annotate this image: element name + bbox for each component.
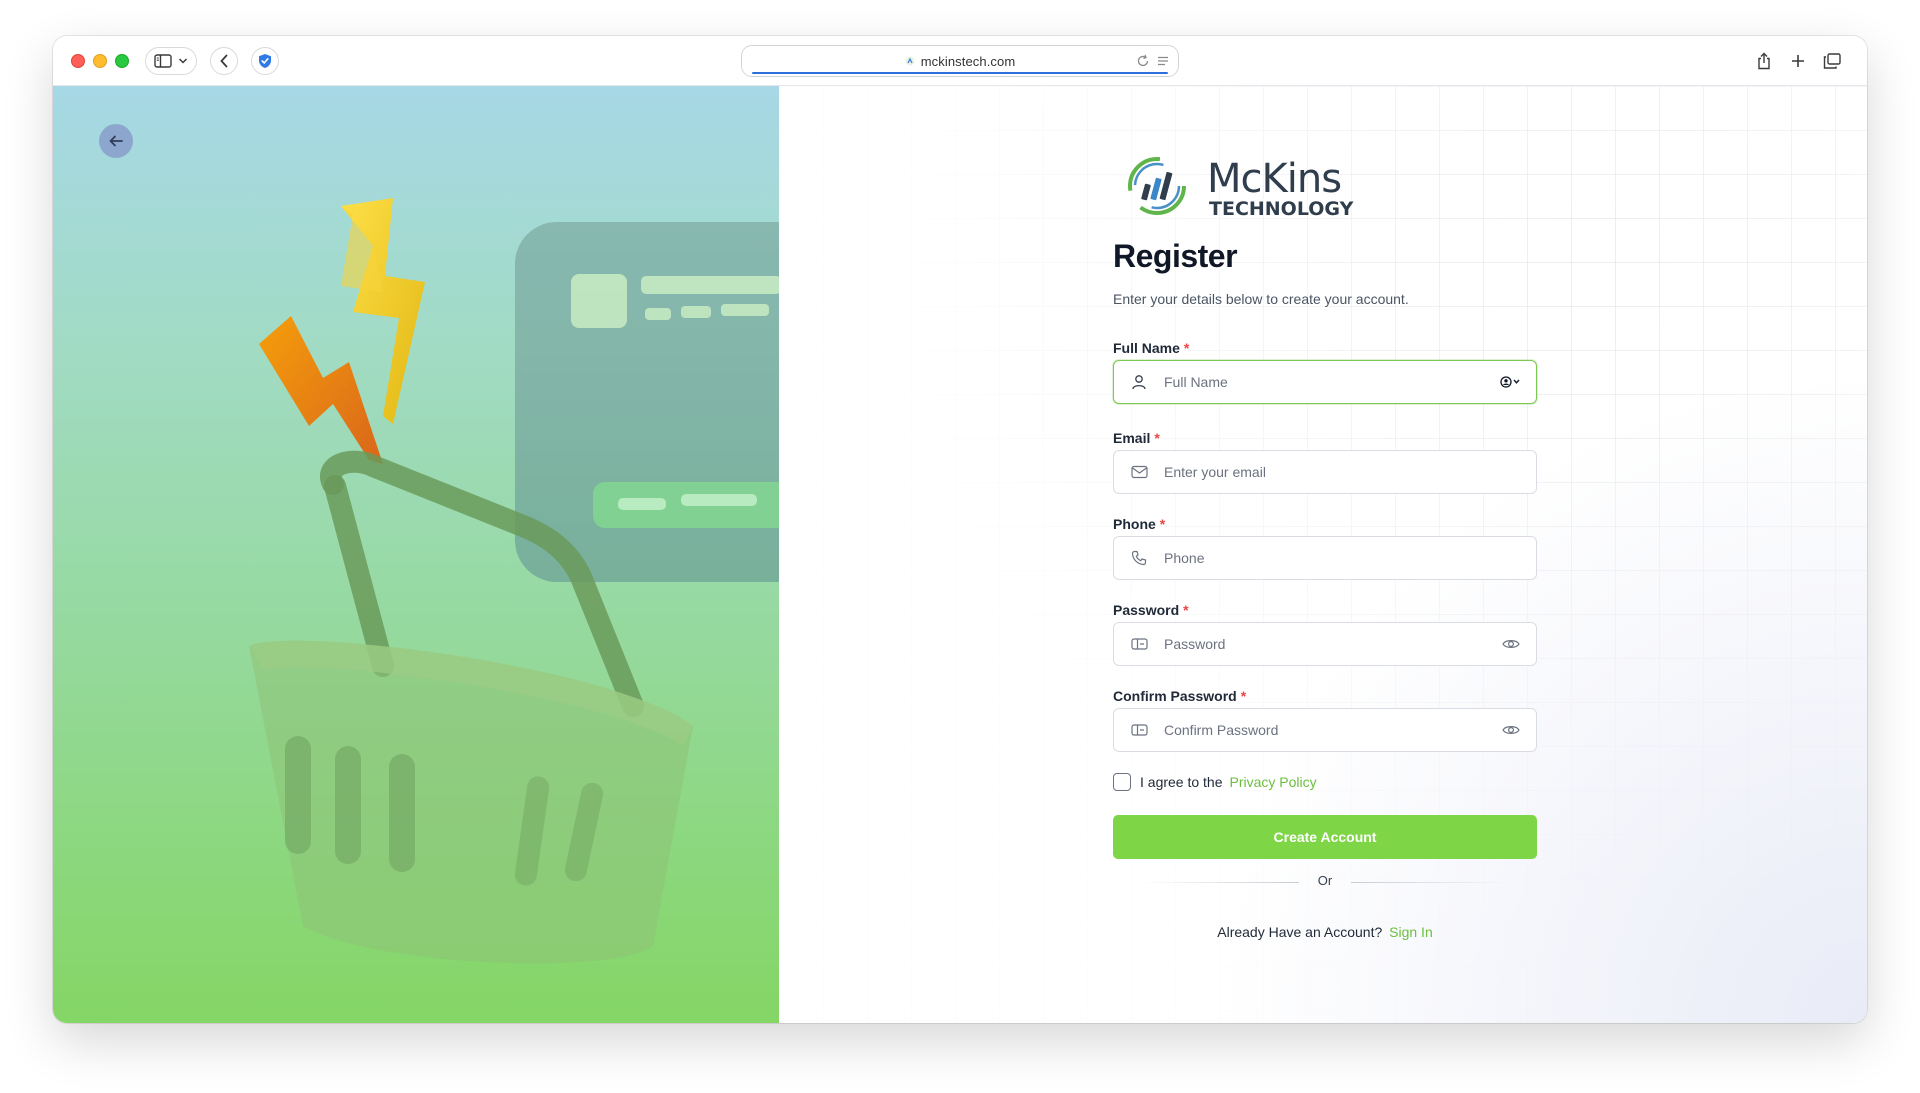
- password-input[interactable]: [1164, 623, 1486, 665]
- brand-tagline: TECHNOLOGY: [1209, 198, 1354, 220]
- site-favicon-icon: [905, 56, 915, 66]
- confirm-password-label-text: Confirm Password: [1113, 688, 1237, 704]
- back-button[interactable]: [99, 124, 133, 158]
- or-divider: Or: [1113, 872, 1537, 892]
- email-label: Email *: [1113, 430, 1160, 446]
- browser-window: mckinstech.com McKins TECHNOLOGY Registe…: [53, 36, 1867, 1023]
- minimize-window-button[interactable]: [93, 54, 107, 68]
- user-icon: [1114, 374, 1164, 390]
- phone-icon: [1114, 550, 1164, 566]
- register-panel: McKins TECHNOLOGY Register Enter your de…: [779, 86, 1867, 1023]
- password-icon: [1114, 637, 1164, 651]
- new-tab-button[interactable]: [1787, 47, 1809, 75]
- required-marker: *: [1240, 688, 1247, 704]
- signin-prompt-row: Already Have an Account? Sign In: [1113, 924, 1537, 940]
- address-bar[interactable]: mckinstech.com: [741, 45, 1179, 77]
- arrow-left-icon: [109, 135, 123, 147]
- url-text: mckinstech.com: [920, 53, 1016, 69]
- email-field[interactable]: [1113, 450, 1537, 494]
- phone-field[interactable]: [1113, 536, 1537, 580]
- signin-prompt-text: Already Have an Account?: [1217, 924, 1383, 940]
- sidebar-toggle-button[interactable]: [145, 47, 197, 75]
- reload-icon[interactable]: [1136, 54, 1150, 68]
- privacy-agreement-text: I agree to the: [1140, 774, 1223, 790]
- divider-line: [1351, 882, 1511, 883]
- password-field[interactable]: [1113, 622, 1537, 666]
- required-marker: *: [1159, 516, 1166, 532]
- privacy-shield-button[interactable]: [251, 47, 279, 75]
- tab-overview-button[interactable]: [1821, 47, 1843, 75]
- brand-name: McKins: [1207, 156, 1342, 202]
- full-name-label: Full Name *: [1113, 340, 1189, 356]
- chevron-left-icon: [220, 54, 228, 68]
- sign-in-link[interactable]: Sign In: [1389, 924, 1433, 940]
- confirm-password-field[interactable]: [1113, 708, 1537, 752]
- hero-illustration-panel: [53, 86, 779, 1023]
- plus-icon: [1792, 55, 1804, 67]
- page-title: Register: [1113, 238, 1238, 274]
- required-marker: *: [1183, 602, 1189, 618]
- privacy-agreement-checkbox[interactable]: [1113, 773, 1131, 791]
- password-icon: [1114, 723, 1164, 737]
- eye-icon[interactable]: [1486, 638, 1536, 650]
- divider-text: Or: [1317, 873, 1333, 888]
- full-name-field[interactable]: [1113, 360, 1537, 404]
- page-content: McKins TECHNOLOGY Register Enter your de…: [53, 86, 1867, 1023]
- eye-icon[interactable]: [1486, 724, 1536, 736]
- page-load-progress: [752, 72, 1168, 74]
- shield-icon: [259, 54, 271, 68]
- phone-label: Phone *: [1113, 516, 1165, 532]
- phone-input[interactable]: [1164, 537, 1536, 579]
- required-marker: *: [1183, 340, 1190, 356]
- browser-toolbar: mckinstech.com: [53, 36, 1867, 86]
- reader-mode-icon[interactable]: [1157, 55, 1169, 67]
- contact-autofill-icon[interactable]: [1486, 376, 1536, 388]
- brand-logo: McKins TECHNOLOGY: [1125, 154, 1355, 220]
- create-account-button[interactable]: Create Account: [1113, 815, 1537, 859]
- share-icon: [1758, 52, 1770, 70]
- privacy-policy-link[interactable]: Privacy Policy: [1230, 774, 1317, 790]
- required-marker: *: [1154, 430, 1160, 446]
- page-subtitle: Enter your details below to create your …: [1113, 291, 1409, 307]
- confirm-password-label: Confirm Password *: [1113, 688, 1246, 704]
- brand-mark-icon: [1128, 157, 1186, 215]
- email-label-text: Email: [1113, 430, 1151, 446]
- zoom-window-button[interactable]: [115, 54, 129, 68]
- mail-icon: [1114, 465, 1164, 479]
- confirm-password-input[interactable]: [1164, 709, 1486, 751]
- full-name-label-text: Full Name: [1113, 340, 1180, 356]
- full-name-input[interactable]: [1164, 361, 1486, 403]
- privacy-agreement-row: I agree to the Privacy Policy: [1113, 773, 1317, 791]
- password-label-text: Password: [1113, 602, 1180, 618]
- tab-overview-icon: [1823, 53, 1841, 69]
- phone-label-text: Phone: [1113, 516, 1156, 532]
- password-label: Password *: [1113, 602, 1189, 618]
- shopping-basket-illustration: [249, 198, 779, 964]
- share-button[interactable]: [1753, 47, 1775, 75]
- sidebar-icon: [154, 54, 172, 68]
- browser-back-button[interactable]: [210, 47, 238, 75]
- email-input[interactable]: [1164, 451, 1536, 493]
- close-window-button[interactable]: [71, 54, 85, 68]
- chevron-down-icon: [178, 58, 188, 64]
